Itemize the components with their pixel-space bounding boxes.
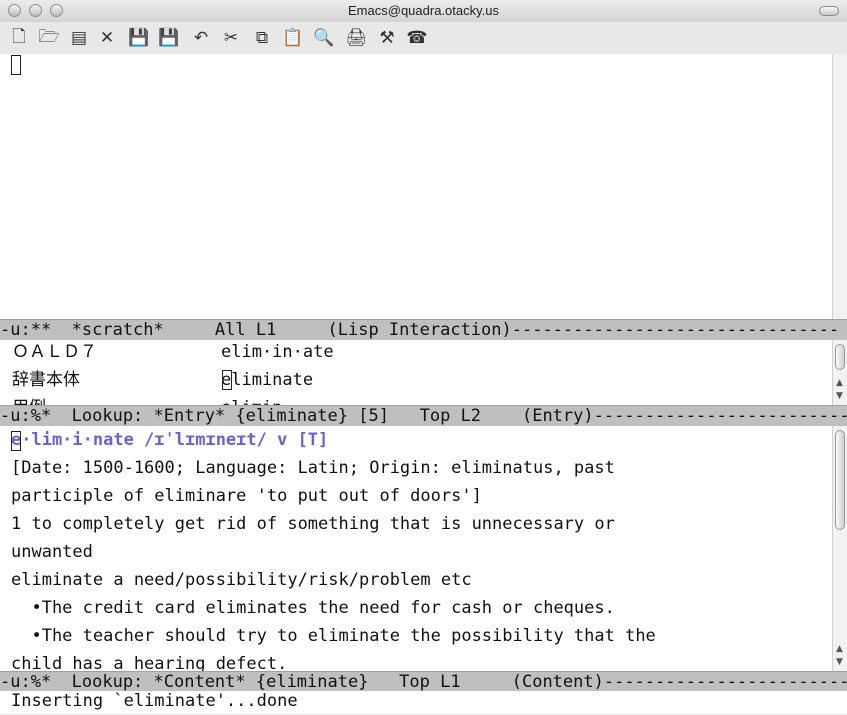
content-line: 1 to completely get rid of something tha… — [11, 514, 615, 534]
content-line: participle of eliminare 'to put out of d… — [11, 486, 482, 506]
undo-icon[interactable]: ↶ — [188, 26, 214, 50]
scroll-down-icon[interactable]: ▼ — [836, 391, 843, 401]
entry-mode-line: -u:%* Lookup: *Entry* {eliminate} [5] To… — [0, 405, 847, 426]
content-scrollbar[interactable]: ▲ ▼ — [832, 426, 847, 671]
echo-area: Inserting `eliminate'...done — [0, 691, 847, 714]
preferences-icon[interactable]: ⚒ — [374, 26, 400, 50]
dired-icon[interactable]: ▤ — [66, 26, 92, 50]
save-as-icon[interactable]: 💾 — [156, 26, 182, 50]
content-line: unwanted — [11, 542, 93, 562]
copy-icon[interactable]: ⧉ — [249, 26, 275, 50]
toolbar: 🗋 🗁 ▤ ✕ 💾 💾 ↶ ✂ ⧉ 📋 🔍 🖨 ⚒ ☎ — [0, 22, 847, 54]
scratch-scrollbar[interactable] — [832, 54, 847, 319]
scratch-mode-line: -u:** *scratch* All L1 (Lisp Interaction… — [0, 319, 847, 340]
scroll-down-icon[interactable]: ▼ — [836, 657, 843, 667]
toolbar-toggle-button[interactable] — [819, 6, 839, 16]
entry-row[interactable]: 辞書本体 eliminate — [0, 366, 832, 394]
cut-icon[interactable]: ✂ — [218, 26, 244, 50]
new-file-icon[interactable]: 🗋 — [6, 26, 32, 50]
title-bar: Emacs@quadra.otacky.us — [0, 0, 847, 23]
headword: e·lim·i·nate /ɪˈlɪmɪneɪt/ v [T] — [11, 430, 329, 450]
help-icon[interactable]: ☎ — [404, 26, 430, 50]
content-line: child has a hearing defect. — [11, 654, 288, 671]
entry-dict: ＯＡＬＤ７ — [12, 342, 97, 362]
content-line: eliminate a need/possibility/risk/proble… — [11, 570, 472, 590]
search-icon[interactable]: 🔍 — [311, 26, 337, 50]
close-icon[interactable]: ✕ — [94, 26, 120, 50]
content-line: •The credit card eliminates the need for… — [11, 598, 615, 618]
text-cursor — [222, 370, 232, 390]
scratch-buffer[interactable] — [0, 54, 832, 319]
paste-icon[interactable]: 📋 — [280, 26, 306, 50]
text-cursor — [11, 431, 21, 451]
print-icon[interactable]: 🖨 — [343, 26, 369, 50]
text-cursor — [11, 55, 21, 75]
entry-dict: 辞書本体 — [12, 370, 80, 390]
entry-word: eliminate — [221, 370, 314, 390]
content-line: •The teacher should try to eliminate the… — [11, 626, 656, 646]
content-buffer[interactable]: e·lim·i·nate /ɪˈlɪmɪneɪt/ v [T] [Date: 1… — [0, 426, 832, 671]
entry-buffer[interactable]: ＯＡＬＤ７ elim·in·ate 辞書本体 eliminate 用例 elim… — [0, 340, 832, 406]
scrollbar-thumb[interactable] — [835, 430, 845, 530]
entry-row[interactable]: ＯＡＬＤ７ elim·in·ate — [0, 340, 832, 368]
open-folder-icon[interactable]: 🗁 — [36, 26, 62, 50]
entry-scrollbar[interactable]: ▲ ▼ — [832, 340, 847, 406]
echo-message: Inserting `eliminate'...done — [11, 691, 298, 711]
save-icon[interactable]: 💾 — [126, 26, 152, 50]
scrollbar-thumb[interactable] — [835, 344, 845, 370]
scroll-up-icon[interactable]: ▲ — [836, 644, 843, 654]
content-line: [Date: 1500-1600; Language: Latin; Origi… — [11, 458, 615, 478]
entry-word: elim·in·ate — [221, 342, 334, 362]
scroll-up-icon[interactable]: ▲ — [836, 378, 843, 388]
window-title: Emacs@quadra.otacky.us — [348, 3, 499, 18]
